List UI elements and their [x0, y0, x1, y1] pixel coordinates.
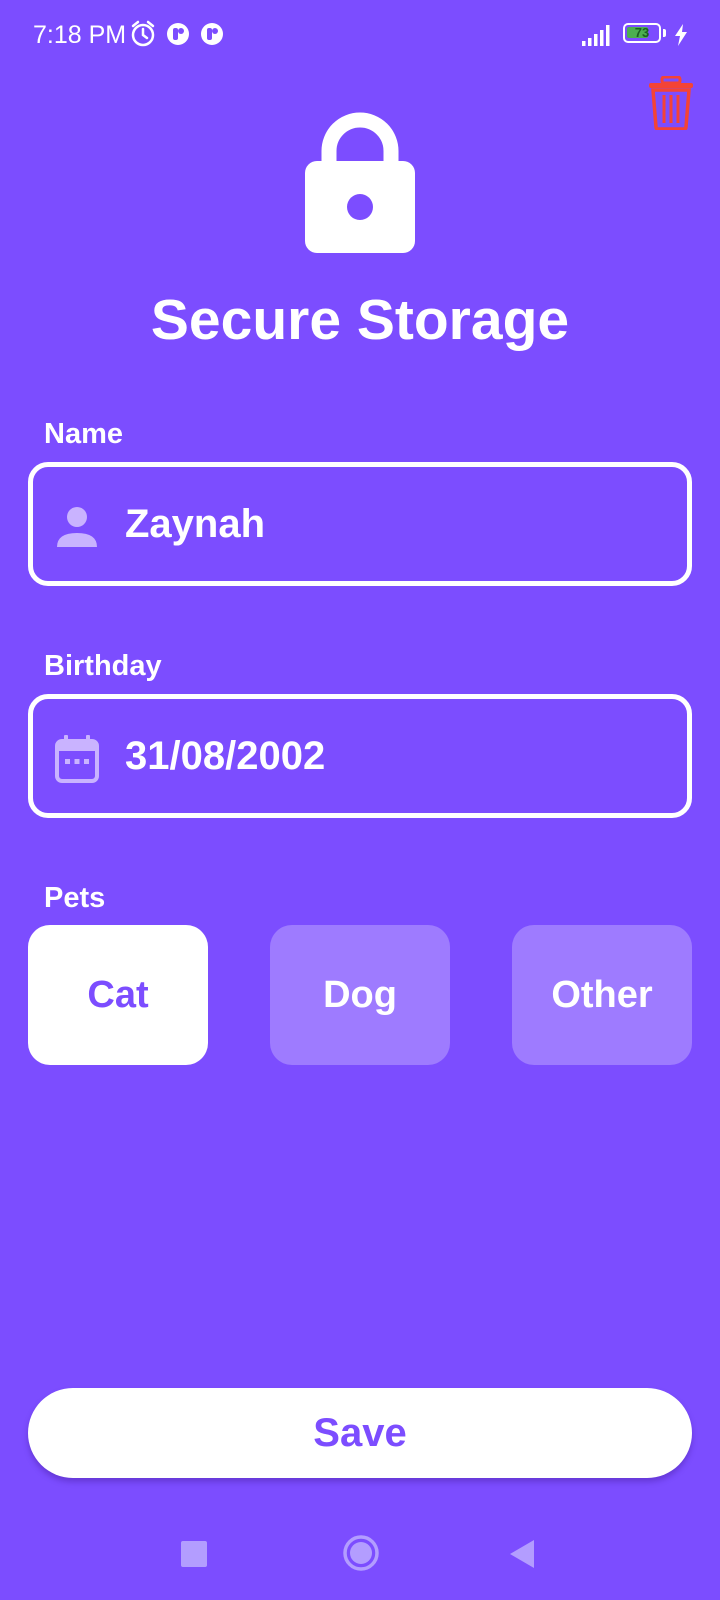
- app-notification-icon: [201, 23, 223, 45]
- status-time: 7:18 PM: [33, 21, 127, 49]
- battery-tip: [663, 29, 666, 37]
- name-field[interactable]: Zaynah: [28, 462, 692, 586]
- back-icon[interactable]: [508, 1538, 536, 1570]
- save-button[interactable]: Save: [28, 1388, 692, 1478]
- home-icon[interactable]: [342, 1534, 380, 1572]
- calendar-icon: [55, 735, 99, 783]
- name-value: Zaynah: [125, 502, 266, 546]
- pet-option-dog[interactable]: Dog: [270, 925, 450, 1065]
- pet-option-cat[interactable]: Cat: [28, 925, 208, 1065]
- pet-option-other[interactable]: Other: [512, 925, 692, 1065]
- person-icon: [57, 507, 97, 547]
- app-notification-icon: [167, 23, 189, 45]
- charging-icon: [675, 24, 687, 46]
- name-label: Name: [44, 418, 123, 450]
- trash-icon[interactable]: [648, 76, 694, 130]
- lock-icon: [305, 112, 415, 253]
- battery-level: 73: [634, 25, 650, 40]
- alarm-icon: [131, 20, 155, 47]
- birthday-field[interactable]: 31/08/2002: [28, 694, 692, 818]
- recents-icon[interactable]: [180, 1540, 208, 1568]
- page-title: Secure Storage: [150, 288, 570, 352]
- signal-icon: [582, 25, 610, 46]
- birthday-value: 31/08/2002: [125, 734, 326, 778]
- status-bar: 7:18 PM 73: [0, 0, 720, 70]
- pets-label: Pets: [44, 882, 106, 914]
- birthday-label: Birthday: [44, 650, 162, 682]
- battery-icon: 73: [623, 23, 661, 43]
- app-screen: 7:18 PM 73 Secure Storage Name Zaynah Bi…: [0, 0, 720, 1600]
